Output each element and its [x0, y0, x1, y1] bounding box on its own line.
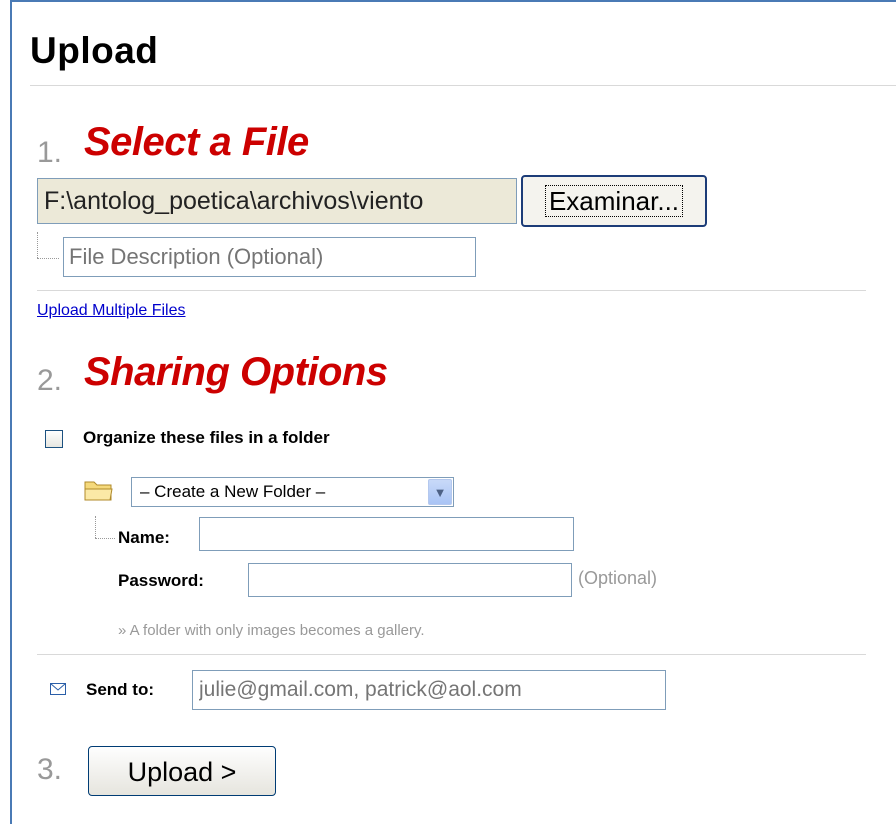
chevron-down-icon[interactable]: ▼: [428, 479, 452, 505]
send-to-input[interactable]: [192, 670, 666, 710]
folder-name-label: Name:: [118, 528, 170, 547]
folder-password-input[interactable]: [248, 563, 572, 597]
section-divider: [37, 290, 866, 291]
file-description-input[interactable]: [63, 237, 476, 277]
tree-connector: [37, 258, 59, 259]
browse-button[interactable]: Examinar...: [521, 175, 707, 227]
file-path-field[interactable]: F:\antolog_poetica\archivos\viento: [37, 178, 517, 224]
title-divider: [30, 85, 896, 86]
browse-button-label: Examinar...: [544, 185, 684, 217]
upload-multiple-files-link[interactable]: Upload Multiple Files: [37, 302, 186, 320]
organize-folder-checkbox[interactable]: [45, 430, 63, 448]
send-to-label: Send to:: [86, 680, 154, 699]
step-3-number: 3.: [37, 753, 63, 786]
organize-folder-label: Organize these files in a folder: [83, 428, 330, 447]
tree-connector: [95, 538, 115, 539]
folder-select[interactable]: – Create a New Folder – ▼: [131, 477, 454, 507]
step-1-title: Select a File: [84, 120, 309, 164]
password-optional-hint: (Optional): [578, 568, 658, 588]
upload-button[interactable]: Upload >: [88, 746, 276, 796]
tree-connector: [95, 516, 96, 538]
step-2-number: 2.: [37, 364, 63, 397]
step-2-title: Sharing Options: [84, 350, 388, 394]
window-left-border: [10, 0, 12, 824]
folder-password-label: Password:: [118, 571, 204, 590]
page-title: Upload: [30, 30, 159, 71]
window-top-border: [10, 0, 896, 2]
folder-select-value: – Create a New Folder –: [140, 482, 326, 501]
folder-name-input[interactable]: [199, 517, 574, 551]
step-1-number: 1.: [37, 136, 63, 169]
tree-connector: [37, 232, 38, 258]
section-divider: [37, 654, 866, 655]
folder-icon: [84, 481, 113, 501]
envelope-icon: [50, 683, 66, 695]
gallery-note: » A folder with only images becomes a ga…: [118, 622, 425, 639]
